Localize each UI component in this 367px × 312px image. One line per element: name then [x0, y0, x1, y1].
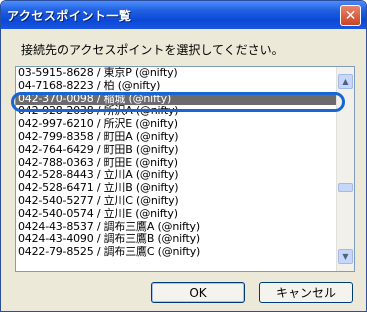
- list-item[interactable]: 042-540-5277 / 立川C (@nifty): [16, 195, 336, 208]
- list-item[interactable]: 042-528-8443 / 立川A (@nifty): [16, 169, 336, 182]
- scroll-thumb[interactable]: [338, 183, 353, 192]
- instruction-text: 接続先のアクセスポイントを選択してください。: [21, 43, 284, 57]
- close-icon[interactable]: ✕: [340, 5, 361, 26]
- list-item[interactable]: 042-540-0574 / 立川E (@nifty): [16, 208, 336, 221]
- list-item[interactable]: 04-7168-8223 / 柏 (@nifty): [16, 80, 336, 93]
- dialog-title: アクセスポイント一覧: [7, 9, 132, 23]
- list-item[interactable]: 0424-43-8537 / 調布三鷹A (@nifty): [16, 221, 336, 234]
- list-item[interactable]: 042-997-6210 / 所沢E (@nifty): [16, 118, 336, 131]
- list-item[interactable]: 0424-43-4090 / 調布三鷹B (@nifty): [16, 233, 336, 246]
- access-point-dialog: アクセスポイント一覧 ✕ 接続先のアクセスポイントを選択してください。 03-5…: [0, 0, 367, 312]
- scroll-down-button[interactable]: ▼: [338, 249, 353, 264]
- list-item[interactable]: 042-788-0363 / 町田E (@nifty): [16, 157, 336, 170]
- selection-highlight-ring: [11, 92, 345, 112]
- list-item[interactable]: 0422-79-8525 / 調布三鷹C (@nifty): [16, 246, 336, 259]
- cancel-button[interactable]: キャンセル: [259, 282, 353, 303]
- list-item[interactable]: 042-799-8358 / 町田A (@nifty): [16, 131, 336, 144]
- ok-button[interactable]: OK: [151, 282, 245, 303]
- title-bar[interactable]: アクセスポイント一覧 ✕: [1, 1, 366, 29]
- list-item[interactable]: 042-764-6429 / 町田B (@nifty): [16, 144, 336, 157]
- list-item[interactable]: 042-528-6471 / 立川B (@nifty): [16, 182, 336, 195]
- scroll-up-button[interactable]: ▲: [338, 74, 353, 89]
- list-item[interactable]: 03-5915-8628 / 東京P (@nifty): [16, 67, 336, 80]
